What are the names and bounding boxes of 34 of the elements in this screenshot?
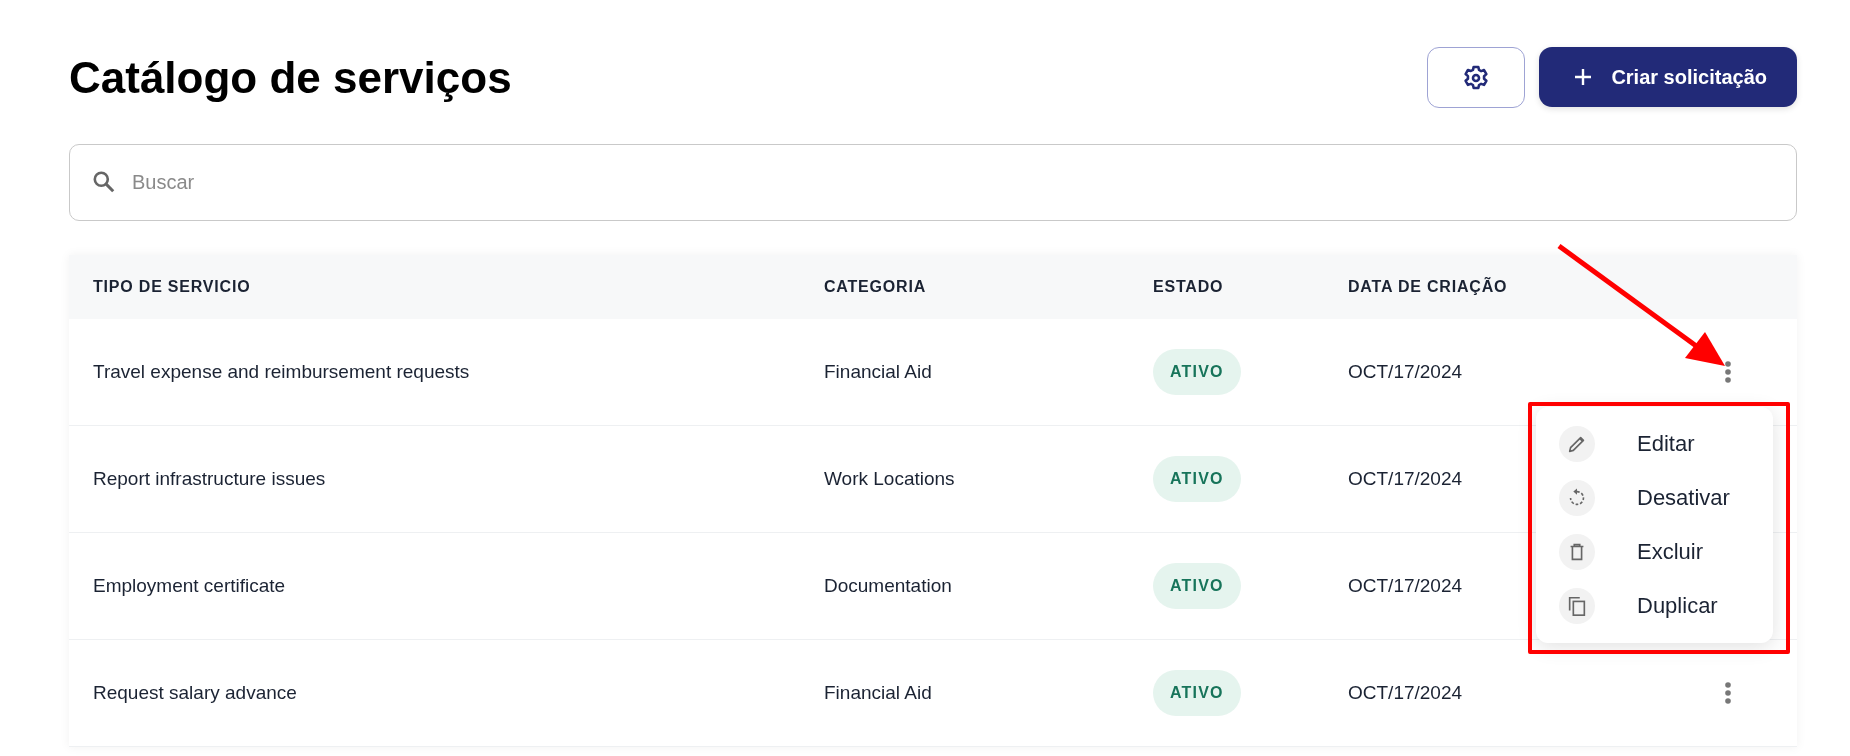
copy-icon	[1566, 595, 1588, 617]
table-cell-text: Work Locations	[824, 468, 956, 490]
table-cell-text: Financial Aid	[824, 682, 933, 704]
status-badge: ATIVO	[1153, 349, 1241, 395]
page-title: Catálogo de serviços	[69, 52, 512, 103]
column-header: DATA DE CRIAÇÃO	[1348, 278, 1509, 296]
column-header: CATEGORIA	[824, 278, 927, 296]
more-options-button[interactable]	[1722, 679, 1734, 707]
column-header: ESTADO	[1153, 278, 1225, 296]
table-cell-text: OCT/17/2024	[1348, 361, 1464, 383]
menu-item[interactable]: Editar	[1536, 417, 1773, 471]
table-cell-text: Request salary advance	[93, 682, 298, 704]
menu-item[interactable]: Excluir	[1536, 525, 1773, 579]
more-options-button[interactable]	[1722, 358, 1734, 386]
table-cell-text: OCT/17/2024	[1348, 682, 1464, 704]
table-cell-text: Financial Aid	[824, 361, 933, 383]
status-badge: ATIVO	[1153, 563, 1241, 609]
plus-icon	[1573, 67, 1594, 87]
menu-item[interactable]: Desativar	[1536, 471, 1773, 525]
table-cell-text: Travel expense and reimbursement requests	[93, 361, 471, 383]
column-header: TIPO DE SERVICIO	[93, 278, 252, 296]
status-badge: ATIVO	[1153, 670, 1241, 716]
search-field[interactable]: Buscar	[69, 144, 1797, 221]
create-request-button[interactable]: Criar solicitação	[1539, 47, 1797, 107]
table-cell-text: OCT/17/2024	[1348, 468, 1464, 490]
table-cell-text: Report infrastructure issues	[93, 468, 327, 490]
search-icon	[91, 169, 117, 195]
table-cell-text: OCT/17/2024	[1348, 575, 1464, 597]
settings-button[interactable]	[1427, 47, 1526, 108]
table-cell-text: Employment certificate	[93, 575, 287, 597]
status-badge: ATIVO	[1153, 456, 1241, 502]
menu-item[interactable]: Duplicar	[1536, 579, 1773, 633]
table-cell-text: Documentation	[824, 575, 953, 597]
settings-icon	[1462, 63, 1491, 92]
